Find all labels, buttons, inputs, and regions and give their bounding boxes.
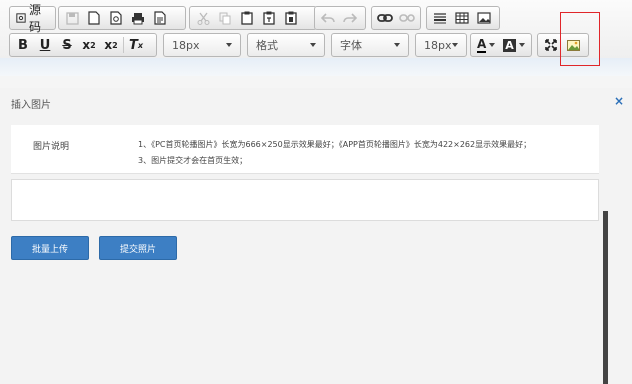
- link-icon: [377, 14, 393, 22]
- format-value: 格式: [256, 39, 278, 52]
- info-label: 图片说明: [33, 142, 70, 152]
- preview-icon: [110, 11, 122, 25]
- highlight-box: [560, 12, 600, 66]
- maximize-icon: [545, 39, 557, 51]
- redo-button[interactable]: [339, 8, 361, 28]
- basic-style-group: B U S x2 x2 Tx: [9, 33, 157, 57]
- font-size-value: 18px: [172, 38, 200, 52]
- unlink-button[interactable]: [396, 8, 418, 28]
- font-size-value-2: 18px: [424, 38, 452, 52]
- font-size-select[interactable]: 18px: [163, 33, 241, 57]
- submit-photo-button[interactable]: 提交照片: [99, 236, 177, 260]
- chevron-down-icon: [489, 43, 496, 47]
- copy-icon: [219, 12, 230, 24]
- templates-icon: [154, 11, 166, 25]
- image-icon: [477, 12, 491, 24]
- link-button[interactable]: [374, 8, 396, 28]
- background-color-button[interactable]: A: [499, 35, 529, 55]
- info-note: 1、《PC首页轮播图片》长宽为666×250显示效果最好；《APP首页轮播图片》…: [138, 140, 532, 149]
- cut-icon: [197, 12, 209, 25]
- editor-toolbar: 源码 B U S x 2 x 2 T x 18px 格式 字体 18px A A: [0, 0, 632, 76]
- chevron-down-icon: [226, 43, 232, 47]
- table-button[interactable]: [451, 8, 473, 28]
- source-group: 源码: [9, 3, 56, 34]
- text-color-icon: A: [477, 36, 487, 53]
- strikethrough-button[interactable]: S: [56, 35, 78, 55]
- paste-button[interactable]: [236, 8, 258, 28]
- remove-format-button[interactable]: Tx: [125, 35, 147, 55]
- unlink-icon: [399, 14, 415, 22]
- bold-button[interactable]: B: [12, 35, 34, 55]
- separator: [123, 37, 124, 53]
- document-group: [58, 6, 186, 30]
- batch-upload-button[interactable]: 批量上传: [11, 236, 89, 260]
- subscript-button[interactable]: x2: [78, 35, 100, 55]
- maximize-button[interactable]: [540, 35, 562, 55]
- clipboard-group: [189, 6, 317, 30]
- undo-icon: [321, 13, 335, 23]
- new-page-button[interactable]: [83, 8, 105, 28]
- new-page-icon: [88, 11, 100, 25]
- redo-icon: [343, 13, 357, 23]
- insert-image-dialog: 插入图片 × 图片说明 1、《PC首页轮播图片》长宽为666×250显示效果最好…: [0, 88, 632, 384]
- link-group: [371, 6, 421, 30]
- dialog-title: 插入图片: [11, 100, 51, 111]
- background-color-icon: A: [503, 38, 516, 52]
- image-button[interactable]: [473, 8, 495, 28]
- chevron-down-icon: [394, 43, 400, 47]
- table-icon: [455, 12, 469, 24]
- paste-word-icon: [285, 11, 297, 25]
- paste-word-button[interactable]: [280, 8, 302, 28]
- editor-top-strip: [0, 58, 632, 76]
- font-family-value: 字体: [340, 39, 362, 52]
- undo-button[interactable]: [317, 8, 339, 28]
- source-label: 源码: [29, 3, 42, 34]
- insert-group: [426, 6, 500, 30]
- chevron-down-icon: [452, 43, 458, 47]
- horizontal-rule-button[interactable]: [429, 8, 451, 28]
- copy-button[interactable]: [214, 8, 236, 28]
- color-group: A A: [470, 33, 532, 57]
- font-size-select-2[interactable]: 18px: [415, 33, 467, 57]
- divider: [11, 173, 599, 174]
- format-select[interactable]: 格式: [247, 33, 325, 57]
- source-button[interactable]: 源码: [12, 3, 53, 34]
- chevron-down-icon: [518, 43, 525, 47]
- info-note: 3、图片提交才会在首页生效；: [138, 156, 248, 165]
- underline-button[interactable]: U: [34, 35, 56, 55]
- print-icon: [132, 12, 144, 24]
- close-icon[interactable]: ×: [614, 94, 624, 108]
- paste-text-icon: [263, 11, 275, 25]
- print-button[interactable]: [127, 8, 149, 28]
- image-info-panel: 图片说明 1、《PC首页轮播图片》长宽为666×250显示效果最好；《APP首页…: [11, 125, 599, 174]
- preview-button[interactable]: [105, 8, 127, 28]
- image-upload-area[interactable]: [11, 179, 599, 221]
- save-icon: [65, 11, 79, 25]
- horizontal-rule-icon: [434, 13, 446, 24]
- chevron-down-icon: [310, 43, 316, 47]
- paste-icon: [241, 11, 253, 25]
- history-group: [314, 6, 366, 30]
- templates-button[interactable]: [149, 8, 171, 28]
- scrollbar[interactable]: [603, 211, 608, 384]
- source-icon: [16, 13, 26, 23]
- paste-text-button[interactable]: [258, 8, 280, 28]
- save-button[interactable]: [61, 8, 83, 28]
- text-color-button[interactable]: A: [473, 35, 499, 55]
- superscript-button[interactable]: x2: [100, 35, 122, 55]
- cut-button[interactable]: [192, 8, 214, 28]
- font-family-select[interactable]: 字体: [331, 33, 409, 57]
